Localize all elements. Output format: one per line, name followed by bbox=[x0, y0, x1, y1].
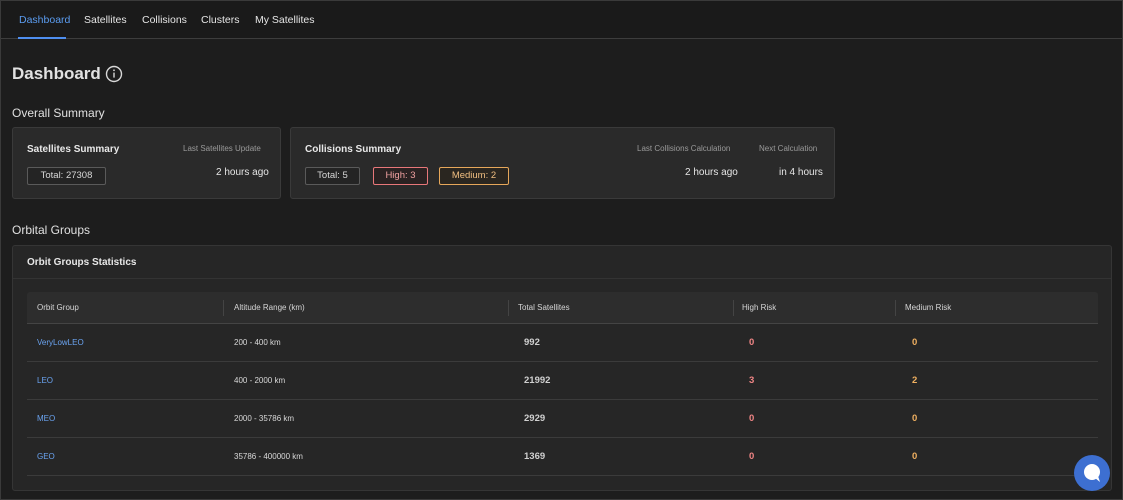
total-satellites-cell: 992 bbox=[524, 337, 540, 348]
info-circle-icon[interactable] bbox=[105, 65, 123, 83]
column-header-orbit-group[interactable]: Orbit Group bbox=[37, 303, 79, 312]
high-risk-badge: High: 3 bbox=[373, 167, 428, 185]
last-collisions-calculation-value: 2 hours ago bbox=[685, 167, 738, 178]
chat-button[interactable] bbox=[1074, 455, 1110, 491]
chat-bubble-icon bbox=[1084, 464, 1100, 482]
orbit-group-link[interactable]: GEO bbox=[37, 452, 55, 461]
tab-satellites[interactable]: Satellites bbox=[84, 14, 127, 26]
orbit-groups-statistics-title: Orbit Groups Statistics bbox=[27, 257, 137, 268]
table-row: MEO 2000 - 35786 km 2929 0 0 bbox=[27, 400, 1098, 438]
tab-collisions[interactable]: Collisions bbox=[142, 14, 187, 26]
tab-clusters[interactable]: Clusters bbox=[201, 14, 240, 26]
tab-dashboard[interactable]: Dashboard bbox=[19, 14, 70, 26]
orbit-group-link[interactable]: LEO bbox=[37, 376, 53, 385]
top-nav: Dashboard Satellites Collisions Clusters… bbox=[1, 1, 1122, 39]
column-divider bbox=[223, 300, 224, 316]
high-risk-cell: 0 bbox=[749, 413, 755, 424]
last-satellites-update-value: 2 hours ago bbox=[216, 167, 269, 178]
table-row: LEO 400 - 2000 km 21992 3 2 bbox=[27, 362, 1098, 400]
tab-my-satellites[interactable]: My Satellites bbox=[255, 14, 315, 26]
medium-risk-cell: 0 bbox=[912, 451, 918, 462]
next-calculation-value: in 4 hours bbox=[779, 167, 823, 178]
altitude-range-cell: 200 - 400 km bbox=[234, 338, 281, 347]
orbit-groups-panel: Orbit Groups Statistics Orbit Group Alti… bbox=[12, 245, 1112, 491]
orbital-groups-heading: Orbital Groups bbox=[12, 223, 91, 237]
medium-risk-cell: 0 bbox=[912, 337, 918, 348]
satellites-summary-card: Satellites Summary Last Satellites Updat… bbox=[12, 127, 281, 199]
column-header-total-satellites[interactable]: Total Satellites bbox=[518, 303, 570, 312]
collisions-summary-title: Collisions Summary bbox=[305, 144, 402, 155]
satellites-total-badge: Total: 27308 bbox=[27, 167, 106, 185]
table-row: GEO 35786 - 400000 km 1369 0 0 bbox=[27, 438, 1098, 476]
total-satellites-cell: 1369 bbox=[524, 451, 546, 462]
next-calculation-label: Next Calculation bbox=[759, 144, 818, 153]
table-header: Orbit Group Altitude Range (km) Total Sa… bbox=[27, 292, 1098, 324]
medium-risk-badge: Medium: 2 bbox=[439, 167, 509, 185]
panel-divider bbox=[13, 278, 1111, 279]
column-header-high-risk[interactable]: High Risk bbox=[742, 303, 776, 312]
total-satellites-cell: 2929 bbox=[524, 413, 546, 424]
last-collisions-calculation-label: Last Collisions Calculation bbox=[637, 144, 731, 153]
active-tab-indicator bbox=[18, 37, 66, 39]
high-risk-cell: 0 bbox=[749, 451, 755, 462]
last-satellites-update-label: Last Satellites Update bbox=[183, 144, 261, 153]
orbit-groups-table: Orbit Group Altitude Range (km) Total Sa… bbox=[27, 292, 1098, 482]
altitude-range-cell: 35786 - 400000 km bbox=[234, 452, 303, 461]
column-divider bbox=[895, 300, 896, 316]
column-divider bbox=[733, 300, 734, 316]
collisions-total-badge: Total: 5 bbox=[305, 167, 360, 185]
orbit-group-link[interactable]: VeryLowLEO bbox=[37, 338, 84, 347]
column-header-medium-risk[interactable]: Medium Risk bbox=[905, 303, 951, 312]
total-satellites-cell: 21992 bbox=[524, 375, 551, 386]
column-header-altitude-range[interactable]: Altitude Range (km) bbox=[234, 303, 305, 312]
column-divider bbox=[508, 300, 509, 316]
altitude-range-cell: 400 - 2000 km bbox=[234, 376, 286, 385]
medium-risk-cell: 2 bbox=[912, 375, 918, 386]
high-risk-cell: 0 bbox=[749, 337, 755, 348]
satellites-summary-title: Satellites Summary bbox=[27, 144, 120, 155]
overall-summary-heading: Overall Summary bbox=[12, 106, 105, 120]
high-risk-cell: 3 bbox=[749, 375, 755, 386]
collisions-summary-card: Collisions Summary Last Collisions Calcu… bbox=[290, 127, 835, 199]
orbit-group-link[interactable]: MEO bbox=[37, 414, 55, 423]
table-row: VeryLowLEO 200 - 400 km 992 0 0 bbox=[27, 324, 1098, 362]
medium-risk-cell: 0 bbox=[912, 413, 918, 424]
page-title: Dashboard bbox=[12, 64, 101, 83]
altitude-range-cell: 2000 - 35786 km bbox=[234, 414, 295, 423]
